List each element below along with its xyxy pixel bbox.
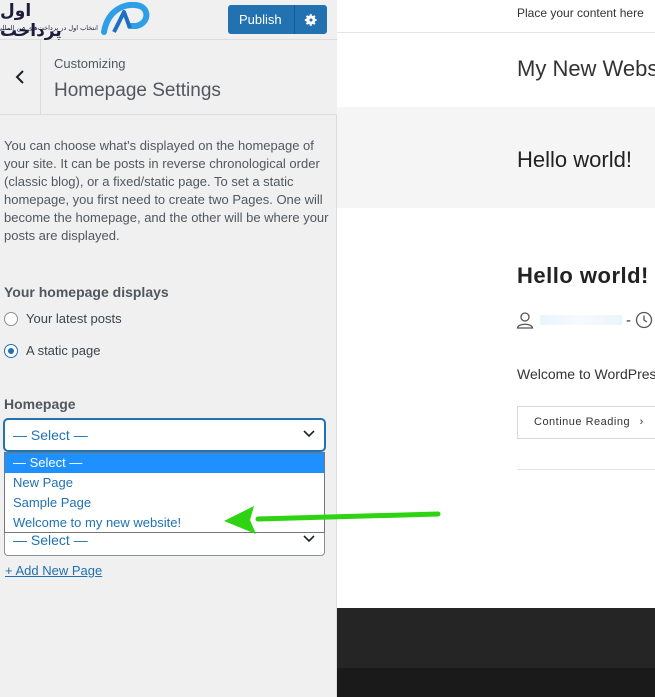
clock-icon [635, 311, 653, 329]
preview-divider [517, 469, 655, 470]
section-title: Homepage Settings [54, 80, 221, 101]
radio-static-page[interactable]: A static page [4, 343, 100, 358]
site-logo: اول پرداخت انتخاب اول در پرداخت‌های بین … [0, 0, 152, 41]
chevron-down-icon [303, 430, 315, 438]
publish-settings-button[interactable] [294, 5, 327, 34]
homepage-select[interactable]: — Select — [4, 419, 325, 451]
site-preview: Place your content here My New Website H… [337, 0, 655, 697]
homepage-select-label: Homepage [4, 396, 76, 412]
homepage-displays-label: Your homepage displays [4, 284, 169, 300]
continue-reading-button[interactable]: Continue Reading › [517, 406, 655, 439]
back-button[interactable] [0, 40, 41, 114]
customizer-sidebar: اول پرداخت انتخاب اول در پرداخت‌های بین … [0, 0, 337, 697]
preview-tagline: Place your content here [517, 6, 644, 20]
chevron-left-icon [15, 70, 24, 84]
radio-static-page-label: A static page [26, 343, 101, 358]
preview-site-title[interactable]: My New Website [517, 56, 655, 82]
preview-footer-bottom [337, 668, 655, 697]
user-icon [516, 312, 534, 329]
radio-latest-posts-control[interactable] [4, 311, 18, 326]
homepage-select-value: — Select — [13, 427, 88, 443]
preview-post-meta: - [516, 311, 653, 329]
publish-group: Publish [228, 5, 327, 34]
add-new-page-link[interactable]: + Add New Page [5, 563, 102, 578]
chevron-right-icon: › [639, 416, 644, 428]
radio-latest-posts[interactable]: Your latest posts [4, 311, 122, 326]
preview-hero-title: Hello world! [517, 147, 632, 172]
preview-post-excerpt: Welcome to WordPress. This is your first… [517, 366, 655, 382]
preview-post-title[interactable]: Hello world! [517, 263, 649, 289]
meta-separator: - [626, 311, 631, 329]
continue-reading-label: Continue Reading [534, 416, 631, 428]
posts-page-select-value: — Select — [13, 532, 88, 548]
section-description: You can choose what's displayed on the h… [4, 138, 329, 243]
preview-footer [337, 608, 655, 668]
dropdown-option[interactable]: New Page [5, 473, 324, 493]
ap-logo-icon [101, 2, 150, 35]
section-header: Customizing Homepage Settings [0, 40, 337, 115]
radio-latest-posts-label: Your latest posts [26, 311, 122, 326]
customizer-topbar: اول پرداخت انتخاب اول در پرداخت‌های بین … [0, 0, 337, 41]
logo-tagline: انتخاب اول در پرداخت‌های بین المللی [0, 24, 98, 32]
author-name-blurred [540, 315, 622, 325]
logo-text: اول پرداخت [0, 1, 62, 41]
publish-button[interactable]: Publish [228, 5, 295, 34]
preview-divider [337, 32, 655, 33]
customizing-label: Customizing [54, 56, 126, 71]
radio-static-page-control[interactable] [4, 343, 18, 358]
gear-icon [304, 13, 317, 26]
annotation-arrow-icon [224, 506, 441, 534]
dropdown-option[interactable]: — Select — [5, 453, 324, 473]
